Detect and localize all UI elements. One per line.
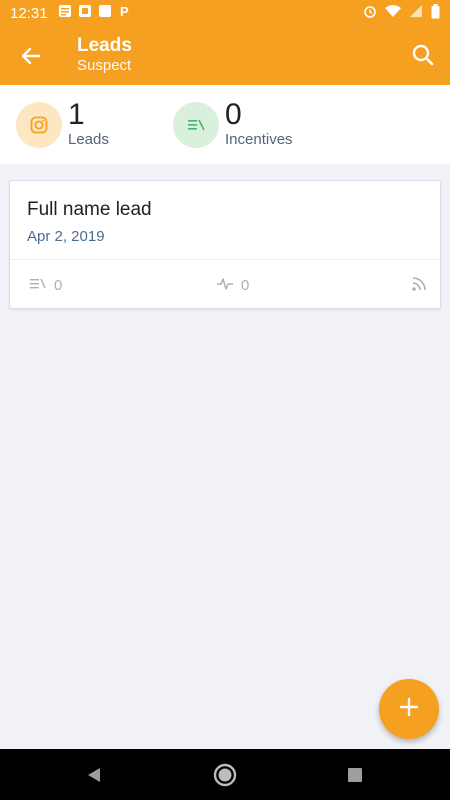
battery-icon (431, 3, 440, 23)
back-triangle-icon[interactable] (81, 762, 107, 788)
page-title: Leads (77, 35, 132, 56)
add-lead-button[interactable] (379, 679, 439, 739)
page-subtitle: Suspect (77, 57, 132, 74)
card-incentives-count: 0 (54, 277, 63, 294)
leads-stat[interactable]: 1 Leads (16, 99, 109, 149)
card-activity-meta: 0 (217, 277, 249, 294)
card-incentives-meta: 0 (30, 277, 62, 294)
card-activity-count: 0 (241, 277, 250, 294)
app-bar-titles: Leads Suspect (77, 35, 132, 75)
parking-icon: P (118, 4, 132, 22)
activity-pulse-icon (217, 277, 233, 294)
recents-square-icon[interactable] (342, 762, 368, 788)
screenshot-icon (78, 4, 92, 22)
incentives-count: 0 (225, 98, 242, 131)
leads-count: 1 (68, 98, 85, 131)
lead-name: Full name lead (27, 199, 152, 220)
incentives-label: Incentives (225, 131, 293, 148)
rss-icon[interactable] (412, 277, 426, 291)
home-circle-icon[interactable] (212, 762, 238, 788)
system-nav-bar (0, 749, 450, 800)
alarm-icon (363, 4, 377, 22)
card-divider (10, 259, 440, 260)
square-icon (98, 4, 112, 22)
status-bar: 12:31 P (0, 0, 450, 26)
summary-panel: 1 Leads 0 Incentives (0, 85, 450, 164)
arrow-back-icon[interactable] (18, 43, 44, 69)
list-icon (30, 277, 46, 294)
instagram-icon (16, 102, 62, 148)
list-icon (173, 102, 219, 148)
app-bar: Leads Suspect (0, 26, 450, 85)
lead-card[interactable]: Full name lead Apr 2, 2019 0 0 (9, 180, 441, 309)
lead-date: Apr 2, 2019 (27, 228, 105, 245)
wifi-icon (385, 4, 401, 22)
status-right-icons (363, 3, 440, 23)
plus-icon (399, 697, 419, 722)
svg-text:P: P (120, 4, 129, 18)
notes-icon (58, 4, 72, 22)
status-time: 12:31 (10, 4, 48, 22)
signal-icon (409, 4, 423, 22)
search-icon[interactable] (410, 42, 436, 68)
incentives-stat[interactable]: 0 Incentives (173, 99, 293, 149)
leads-label: Leads (68, 131, 109, 148)
